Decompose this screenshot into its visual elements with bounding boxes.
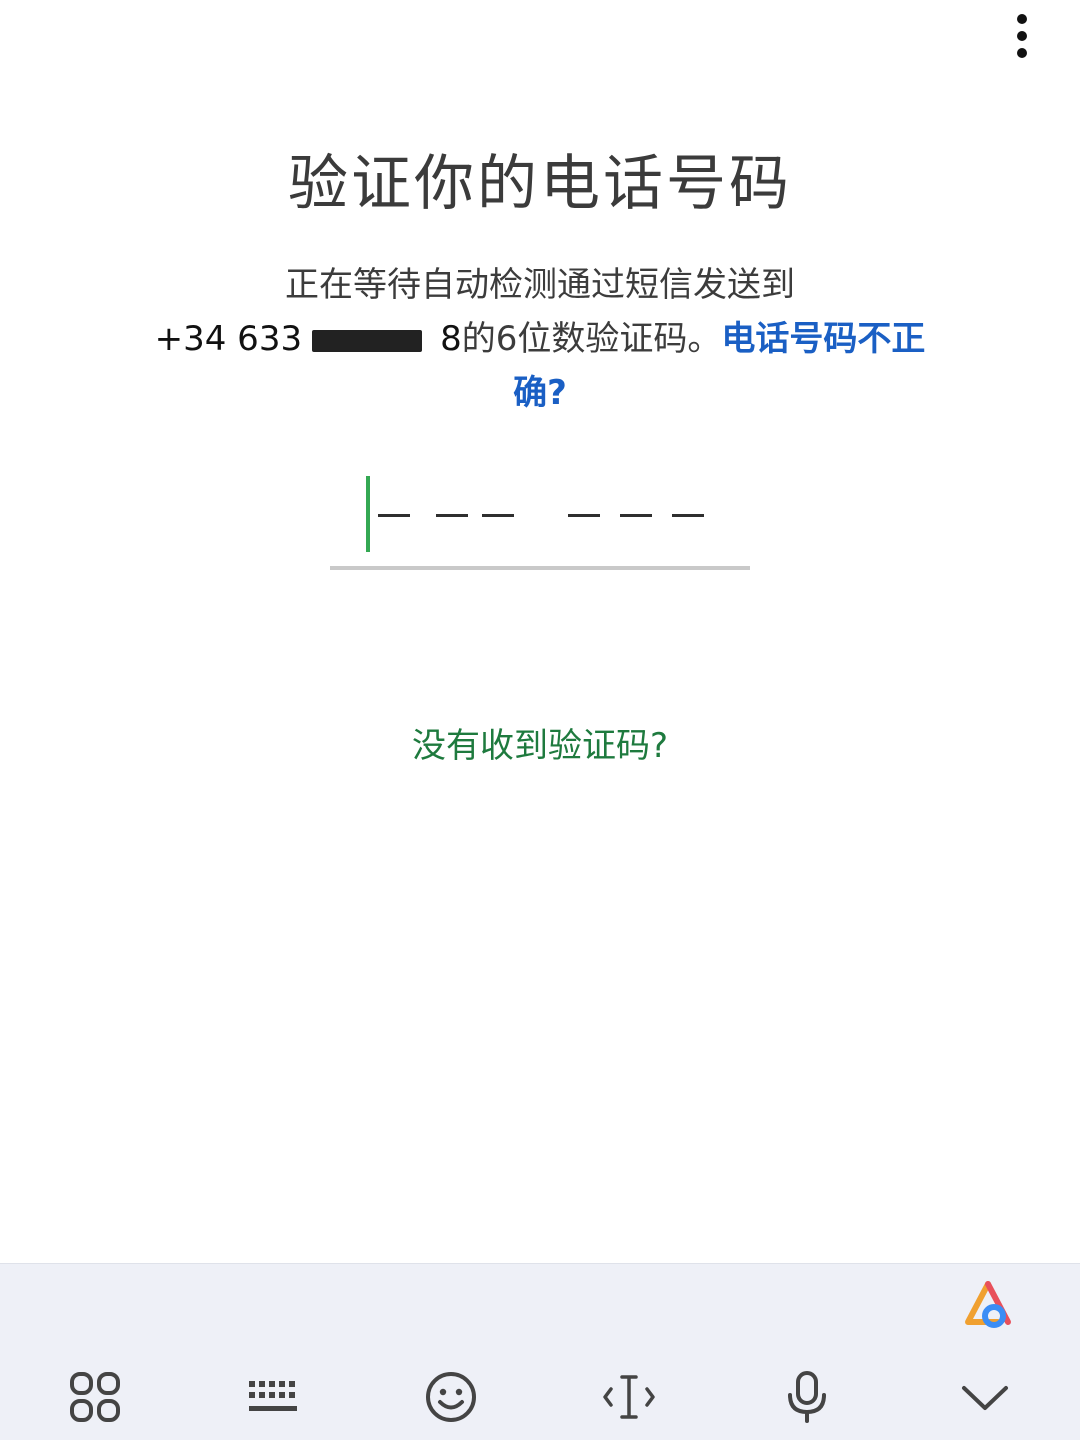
phone-prefix: +34 633 bbox=[154, 319, 303, 359]
keyboard-icon bbox=[249, 1381, 297, 1411]
ai-assistant-icon bbox=[965, 1281, 1011, 1328]
keyboard-toolbar bbox=[0, 1263, 1080, 1440]
verification-description: 正在等待自动检测通过短信发送到 +34 633 8的6位数验证码。电话号码不正确? bbox=[140, 258, 940, 420]
code-input-underline bbox=[330, 566, 750, 570]
code-digit-slot bbox=[482, 514, 514, 517]
code-digit-slot bbox=[620, 514, 652, 517]
apps-button[interactable] bbox=[58, 1360, 132, 1434]
microphone-icon bbox=[788, 1371, 826, 1423]
more-vert-icon bbox=[1017, 14, 1027, 24]
collapse-keyboard-button[interactable] bbox=[948, 1360, 1022, 1434]
phone-suffix: 8 bbox=[440, 319, 462, 359]
code-digit-slot bbox=[436, 514, 468, 517]
page-title: 验证你的电话号码 bbox=[288, 149, 792, 219]
more-vert-icon-dot bbox=[1017, 31, 1027, 41]
keyboard-switch-button[interactable] bbox=[236, 1360, 310, 1434]
verification-code-input[interactable] bbox=[330, 476, 750, 572]
voice-input-button[interactable] bbox=[770, 1360, 844, 1434]
more-options-button[interactable] bbox=[1002, 12, 1042, 60]
text-cursor-icon bbox=[603, 1375, 655, 1419]
code-digit-slot bbox=[378, 514, 410, 517]
emoji-button[interactable] bbox=[414, 1360, 488, 1434]
text-cursor bbox=[366, 476, 370, 552]
cursor-control-button[interactable] bbox=[592, 1360, 666, 1434]
emoji-icon bbox=[426, 1372, 476, 1422]
ai-assistant-button[interactable] bbox=[952, 1270, 1024, 1342]
resend-code-link[interactable]: 没有收到验证码? bbox=[0, 718, 1080, 767]
chevron-down-icon bbox=[962, 1386, 1008, 1410]
description-line2: +34 633 8的6位数验证码。电话号码不正确? bbox=[140, 312, 940, 420]
redacted-digits bbox=[312, 329, 423, 352]
more-vert-icon-dot bbox=[1017, 48, 1027, 58]
apps-grid-icon bbox=[70, 1372, 120, 1422]
code-digit-slot bbox=[672, 514, 704, 517]
code-digit-slot bbox=[568, 514, 600, 517]
description-rest: 的6位数验证码。 bbox=[461, 319, 722, 359]
description-line1: 正在等待自动检测通过短信发送到 bbox=[285, 265, 795, 305]
